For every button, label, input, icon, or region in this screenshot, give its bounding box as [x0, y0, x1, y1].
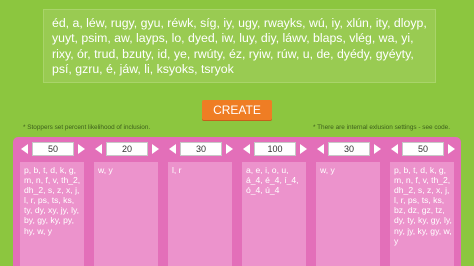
increment-arrow-icon[interactable]	[78, 144, 85, 154]
column-6: 50 p, b, t, d, k, g, m, n, f, v, th_2, d…	[386, 137, 459, 266]
generated-words-output: éd, a, léw, rugy, gyu, réwk, síg, iy, ug…	[43, 9, 436, 83]
phoneme-list-2: w, y	[94, 162, 158, 266]
phoneme-list-6: p, b, t, d, k, g, m, n, f, v, th_2, dh_2…	[390, 162, 454, 266]
stepper-6: 50	[390, 142, 456, 156]
exclusion-note: * There are internal exlusion settings -…	[312, 124, 450, 131]
stepper-value-4[interactable]: 100	[254, 142, 296, 156]
column-3: 30 l, r	[164, 137, 237, 266]
phoneme-list-3: l, r	[168, 162, 232, 266]
increment-arrow-icon[interactable]	[374, 144, 381, 154]
stepper-2: 20	[94, 142, 160, 156]
decrement-arrow-icon[interactable]	[317, 144, 324, 154]
increment-arrow-icon[interactable]	[226, 144, 233, 154]
column-5: 30 w, y	[312, 137, 385, 266]
increment-arrow-icon[interactable]	[152, 144, 159, 154]
column-1: 50 p, b, t, d, k, g, m, n, f, v, th_2, d…	[16, 137, 89, 266]
decrement-arrow-icon[interactable]	[169, 144, 176, 154]
stepper-value-6[interactable]: 50	[402, 142, 444, 156]
increment-arrow-icon[interactable]	[448, 144, 455, 154]
stoppers-note: * Stoppers set percent likelihood of inc…	[23, 124, 151, 131]
phoneme-list-1: p, b, t, d, k, g, m, n, f, v, th_2, dh_2…	[20, 162, 84, 266]
column-4: 100 a, e, i, o, u, á_4, é_4, í_4, ó_4, ú…	[238, 137, 311, 266]
stepper-3: 30	[168, 142, 234, 156]
phoneme-list-4: a, e, i, o, u, á_4, é_4, í_4, ó_4, ú_4	[242, 162, 306, 266]
decrement-arrow-icon[interactable]	[243, 144, 250, 154]
stepper-value-2[interactable]: 20	[106, 142, 148, 156]
stepper-value-5[interactable]: 30	[328, 142, 370, 156]
phoneme-panel: 50 p, b, t, d, k, g, m, n, f, v, th_2, d…	[13, 137, 461, 266]
decrement-arrow-icon[interactable]	[391, 144, 398, 154]
phoneme-list-5: w, y	[316, 162, 380, 266]
increment-arrow-icon[interactable]	[300, 144, 307, 154]
decrement-arrow-icon[interactable]	[21, 144, 28, 154]
create-button[interactable]: CREATE	[202, 100, 272, 120]
stepper-4: 100	[242, 142, 308, 156]
decrement-arrow-icon[interactable]	[95, 144, 102, 154]
column-2: 20 w, y	[90, 137, 163, 266]
stepper-5: 30	[316, 142, 382, 156]
stepper-value-1[interactable]: 50	[32, 142, 74, 156]
stepper-value-3[interactable]: 30	[180, 142, 222, 156]
stepper-1: 50	[20, 142, 86, 156]
